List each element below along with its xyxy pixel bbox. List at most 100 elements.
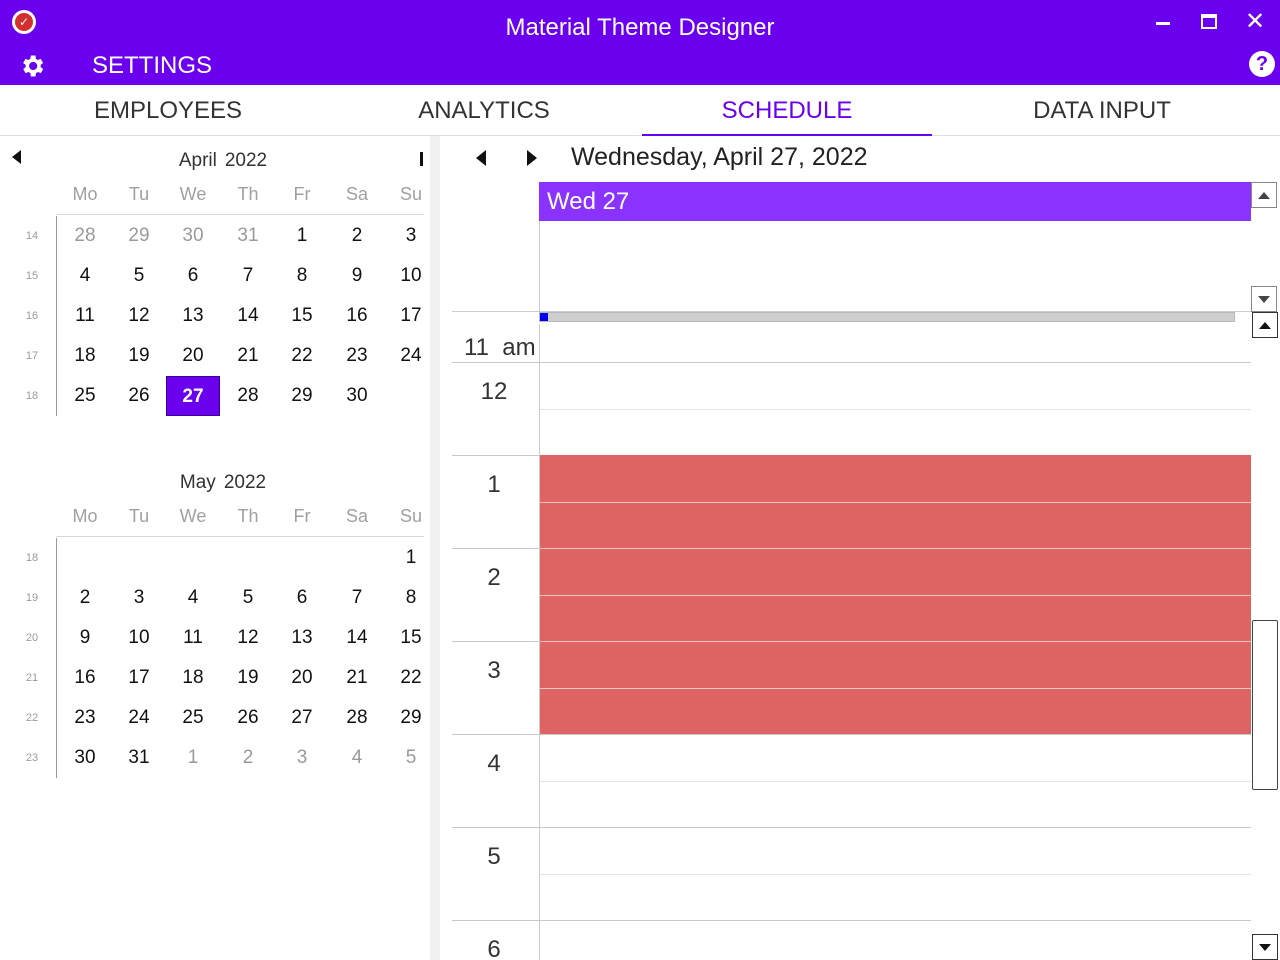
timeline[interactable]: 11 am 12 1 2 3 4 5 6	[452, 324, 1251, 960]
calendar-day[interactable]: 6	[166, 256, 220, 296]
calendar-day[interactable]: 6	[275, 578, 329, 618]
calendar-day[interactable]: 27	[275, 698, 329, 738]
timeline-scroll-up-button[interactable]	[1252, 312, 1278, 338]
calendar-day[interactable]: 28	[58, 216, 112, 256]
calendar-day[interactable]: 30	[58, 738, 112, 778]
calendar-day[interactable]: 4	[166, 578, 220, 618]
settings-button[interactable]: SETTINGS	[92, 52, 212, 80]
weekday-header: Sa	[345, 184, 369, 204]
week-number-divider	[56, 216, 57, 416]
calendar-day[interactable]: 19	[221, 658, 275, 698]
next-day-arrow-icon[interactable]	[527, 150, 537, 166]
calendar-day[interactable]: 13	[166, 296, 220, 336]
calendar-day[interactable]: 18	[166, 658, 220, 698]
calendar-day[interactable]: 14	[221, 296, 275, 336]
calendar-day[interactable]: 19	[112, 336, 166, 376]
calendar-day[interactable]: 12	[112, 296, 166, 336]
calendar-day[interactable]: 28	[221, 376, 275, 416]
calendar-day[interactable]: 16	[330, 296, 384, 336]
calendar-day[interactable]: 20	[166, 336, 220, 376]
calendar-day[interactable]: 21	[221, 336, 275, 376]
calendar-day[interactable]: 22	[275, 336, 329, 376]
panel-splitter[interactable]	[430, 136, 440, 960]
calendar-day[interactable]: 16	[58, 658, 112, 698]
calendar-day[interactable]: 11	[166, 618, 220, 658]
calendar-day[interactable]: 13	[275, 618, 329, 658]
week-number: 19	[25, 592, 39, 604]
calendar-next-arrow-icon[interactable]	[420, 152, 423, 166]
month-title[interactable]: April 2022	[60, 150, 386, 172]
calendar-day[interactable]: 5	[221, 578, 275, 618]
calendar-grid-divider	[56, 214, 424, 215]
timeline-scroll-down-button[interactable]	[1252, 934, 1278, 960]
calendar-day[interactable]: 1	[166, 738, 220, 778]
calendar-day[interactable]: 23	[330, 336, 384, 376]
calendar-day[interactable]: 28	[330, 698, 384, 738]
calendar-day[interactable]: 7	[330, 578, 384, 618]
calendar-day[interactable]: 30	[166, 216, 220, 256]
calendar-day[interactable]: 2	[330, 216, 384, 256]
month-year: 2022	[224, 150, 268, 171]
calendar-day[interactable]: 2	[58, 578, 112, 618]
day-column-header[interactable]: Wed 27	[539, 182, 1251, 221]
title-bar: ✓ Material Theme Designer ✕ SETTINGS ?	[0, 0, 1280, 85]
calendar-day[interactable]: 20	[275, 658, 329, 698]
calendar-day[interactable]: 21	[330, 658, 384, 698]
calendar-day[interactable]: 5	[112, 256, 166, 296]
calendar-day[interactable]: 14	[330, 618, 384, 658]
close-button[interactable]: ✕	[1238, 6, 1272, 36]
calendar-day[interactable]: 11	[58, 296, 112, 336]
horizontal-scroll-thumb[interactable]	[540, 313, 548, 321]
calendar-day[interactable]: 31	[112, 738, 166, 778]
calendar-day[interactable]: 26	[112, 376, 166, 416]
calendar-day[interactable]: 25	[166, 698, 220, 738]
horizontal-scrollbar[interactable]	[539, 312, 1235, 322]
calendar-day[interactable]: 12	[221, 618, 275, 658]
calendar-day[interactable]: 30	[330, 376, 384, 416]
calendar-day[interactable]: 7	[221, 256, 275, 296]
hour-label: 5	[487, 843, 501, 870]
month-title[interactable]: May 2022	[60, 472, 386, 494]
calendar-day[interactable]: 18	[58, 336, 112, 376]
calendar-prev-arrow-icon[interactable]	[12, 150, 21, 164]
maximize-icon	[1201, 13, 1217, 29]
calendar-day-selected[interactable]: 27	[166, 376, 220, 416]
tab-employees[interactable]: EMPLOYEES	[10, 85, 326, 136]
hour-label: 2	[487, 564, 501, 591]
calendar-day[interactable]: 25	[58, 376, 112, 416]
calendar-day[interactable]: 17	[112, 658, 166, 698]
week-number: 17	[25, 350, 39, 362]
calendar-day[interactable]: 1	[275, 216, 329, 256]
all-day-area[interactable]	[539, 221, 1251, 311]
calendar-day[interactable]: 2	[221, 738, 275, 778]
calendar-day[interactable]: 24	[112, 698, 166, 738]
appointment-block[interactable]	[540, 455, 1251, 734]
calendar-day[interactable]: 31	[221, 216, 275, 256]
calendar-day[interactable]: 10	[112, 618, 166, 658]
calendar-day[interactable]: 15	[275, 296, 329, 336]
calendar-day[interactable]: 4	[330, 738, 384, 778]
tab-data-input[interactable]: DATA INPUT	[932, 85, 1272, 136]
help-icon[interactable]: ?	[1249, 51, 1275, 77]
minimize-button[interactable]	[1146, 6, 1180, 36]
prev-day-arrow-icon[interactable]	[476, 150, 486, 166]
close-icon: ✕	[1244, 7, 1266, 35]
maximize-button[interactable]	[1192, 6, 1226, 36]
calendar-day[interactable]: 26	[221, 698, 275, 738]
calendar-day[interactable]: 29	[112, 216, 166, 256]
calendar-day[interactable]: 9	[330, 256, 384, 296]
tab-analytics[interactable]: ANALYTICS	[326, 85, 642, 136]
allday-scroll-up-button[interactable]	[1251, 182, 1277, 208]
calendar-day[interactable]: 3	[112, 578, 166, 618]
allday-scroll-down-button[interactable]	[1251, 286, 1277, 312]
calendar-day[interactable]: 23	[58, 698, 112, 738]
tab-schedule[interactable]: SCHEDULE	[642, 85, 932, 136]
gear-icon[interactable]	[18, 52, 46, 80]
calendar-day[interactable]: 29	[275, 376, 329, 416]
calendar-grid-divider	[56, 536, 424, 537]
vertical-scroll-thumb[interactable]	[1252, 620, 1278, 790]
calendar-day[interactable]: 4	[58, 256, 112, 296]
calendar-day[interactable]: 9	[58, 618, 112, 658]
calendar-day[interactable]: 3	[275, 738, 329, 778]
calendar-day[interactable]: 8	[275, 256, 329, 296]
